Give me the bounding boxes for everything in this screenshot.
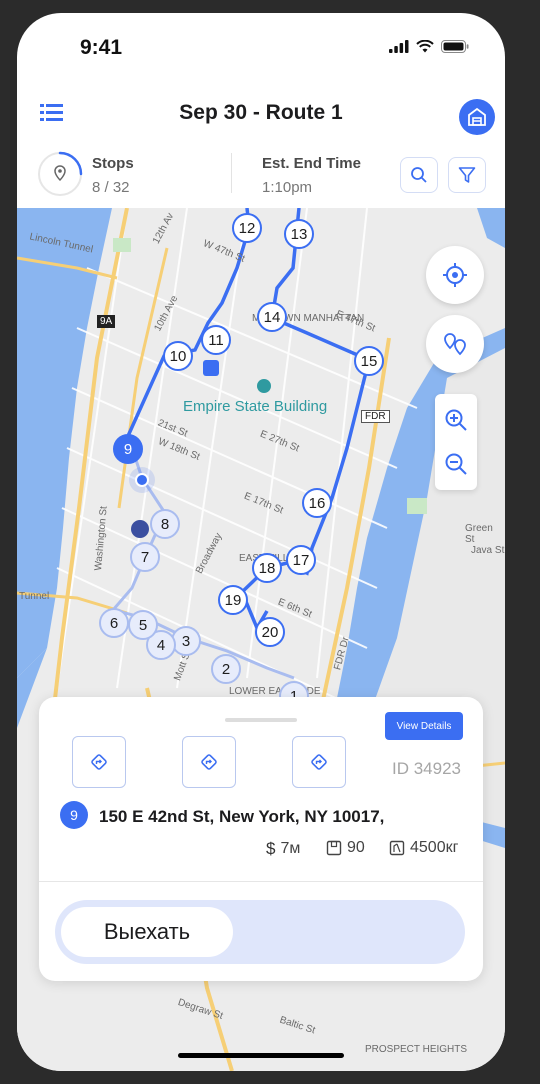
drag-handle[interactable]	[225, 718, 297, 722]
map-road-shield: 9A	[97, 315, 116, 328]
directions-icon	[201, 754, 217, 770]
stop-marker-13[interactable]: 13	[284, 219, 314, 249]
stats-divider	[231, 153, 232, 193]
stops-value: 8 / 32	[92, 179, 130, 196]
stop-marker-12[interactable]: 12	[232, 213, 262, 243]
stop-marker-20[interactable]: 20	[255, 617, 285, 647]
card-divider	[39, 881, 483, 882]
stop-marker-8[interactable]: 8	[150, 509, 180, 539]
map-street-label: Java St	[471, 545, 505, 556]
stop-marker-5[interactable]: 5	[128, 610, 158, 640]
warehouse-icon	[468, 107, 486, 126]
phone-screen: 9:41 Sep 30 - Route 1 Stops 8 / 32 Est. …	[17, 13, 505, 1071]
current-location-dot	[135, 473, 149, 487]
battery-icon	[441, 40, 469, 53]
navigate-button-2[interactable]	[182, 736, 236, 788]
home-indicator[interactable]	[178, 1053, 344, 1058]
zoom-controls	[435, 394, 477, 490]
recenter-button[interactable]	[426, 246, 484, 304]
status-time: 9:41	[80, 36, 123, 59]
page-title: Sep 30 - Route 1	[179, 101, 343, 124]
status-icons	[389, 40, 469, 53]
map-street-label: Green St	[465, 523, 493, 545]
weight-value: 4500кг	[410, 839, 459, 856]
status-bar: 9:41	[17, 13, 505, 83]
stop-marker-11[interactable]: 11	[201, 325, 231, 355]
stop-address: 150 E 42nd St, New York, NY 10017,	[99, 807, 385, 826]
stop-marker-7[interactable]: 7	[130, 542, 160, 572]
dollar-icon: $	[266, 839, 276, 858]
wifi-icon	[416, 40, 434, 53]
map-street-label: Tunnel	[19, 591, 50, 602]
stop-number-badge: 9	[60, 801, 88, 829]
header: Sep 30 - Route 1	[17, 93, 505, 153]
stop-id: ID 34923	[392, 759, 461, 778]
navigate-button-3[interactable]	[292, 736, 346, 788]
price-value: 7м	[280, 840, 301, 857]
stop-marker-17[interactable]: 17	[286, 545, 316, 575]
stop-marker-2[interactable]: 2	[211, 654, 241, 684]
packages-info: 90	[326, 839, 365, 857]
landmark-label[interactable]: Empire State Building	[183, 398, 327, 415]
transit-station-icon	[131, 520, 149, 538]
stop-marker-19[interactable]: 19	[218, 585, 248, 615]
map-road-shield: FDR	[361, 410, 390, 423]
stop-marker-14[interactable]: 14	[257, 302, 287, 332]
package-icon	[326, 840, 342, 856]
multi-pin-icon	[444, 333, 466, 356]
stop-marker-6[interactable]: 6	[99, 608, 129, 638]
directions-icon	[311, 754, 327, 770]
stop-marker-16[interactable]: 16	[302, 488, 332, 518]
weight-icon	[389, 840, 405, 856]
zoom-out-button[interactable]	[435, 442, 477, 486]
zoom-in-button[interactable]	[435, 398, 477, 442]
end-time-label: Est. End Time	[262, 155, 361, 172]
directions-icon	[91, 754, 107, 770]
depot-button[interactable]	[459, 99, 495, 135]
route-pins-button[interactable]	[426, 315, 484, 373]
zoom-in-icon	[445, 409, 467, 431]
navigate-button-1[interactable]	[72, 736, 126, 788]
subway-station-icon	[203, 360, 219, 376]
pin-icon	[54, 165, 66, 182]
view-details-button[interactable]: View Details	[385, 712, 463, 740]
weight-info: 4500кг	[389, 839, 458, 857]
end-time-value: 1:10pm	[262, 179, 313, 196]
route-stats: Stops 8 / 32 Est. End Time 1:10pm	[17, 147, 505, 209]
price-info: $ 7м	[266, 839, 300, 859]
packages-value: 90	[347, 839, 365, 856]
stop-marker-9[interactable]: 9	[113, 434, 143, 464]
landmark-pin-icon	[257, 379, 271, 393]
stop-marker-18[interactable]: 18	[252, 553, 282, 583]
zoom-out-icon	[445, 453, 467, 475]
cellular-signal-icon	[389, 40, 409, 53]
search-icon	[411, 167, 427, 183]
crosshair-icon	[443, 263, 467, 287]
stop-detail-card: View Details ID 34923 9 150 E 42nd St, N…	[39, 697, 483, 981]
filter-button[interactable]	[448, 157, 486, 193]
stops-label: Stops	[92, 155, 134, 172]
depart-slider[interactable]: Выехать	[55, 900, 465, 964]
map-area-label: PROSPECT HEIGHTS	[365, 1044, 468, 1055]
filter-icon	[458, 167, 476, 183]
search-button[interactable]	[400, 157, 438, 193]
depart-slider-knob[interactable]: Выехать	[61, 907, 233, 957]
stop-marker-10[interactable]: 10	[163, 341, 193, 371]
stop-marker-15[interactable]: 15	[354, 346, 384, 376]
stops-progress-ring	[37, 151, 83, 197]
